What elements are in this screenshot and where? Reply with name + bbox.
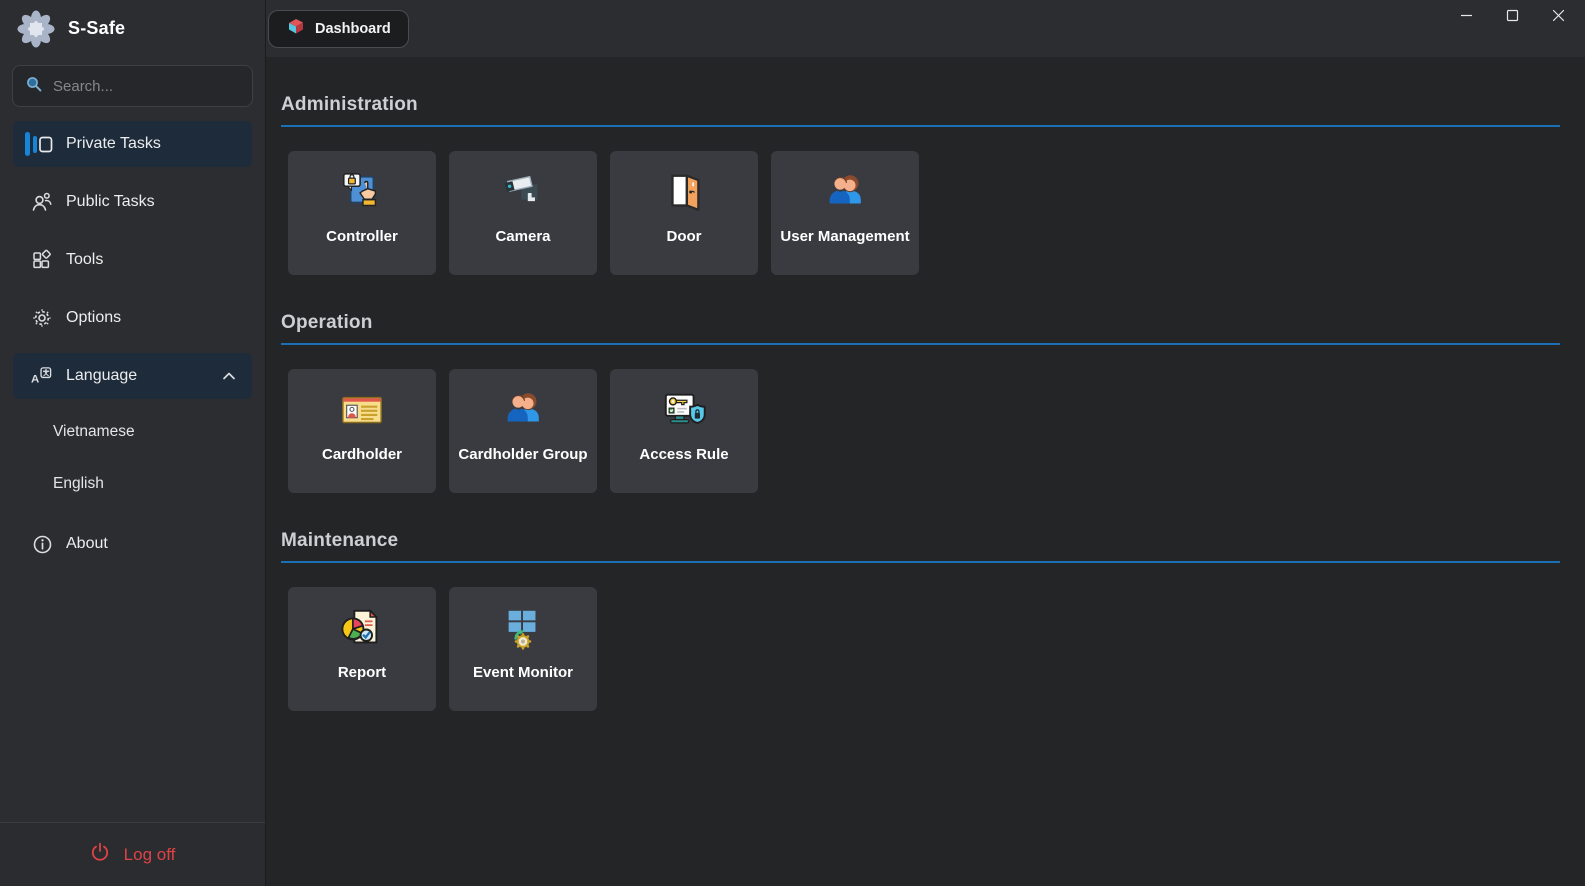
search-input[interactable] <box>53 78 233 95</box>
section-title: Maintenance <box>281 530 1560 552</box>
sidebar-item-public-tasks[interactable]: Public Tasks <box>13 179 252 225</box>
sidebar-item-label: Tools <box>66 251 103 269</box>
sidebar: S-Safe Private Tasks Public Tasks Tools Opt… <box>0 0 266 886</box>
chevron-up-icon[interactable] <box>220 367 238 385</box>
app-window: S-Safe Private Tasks Public Tasks Tools Opt… <box>0 0 1585 886</box>
controller-icon <box>338 169 386 217</box>
tile-label: Camera <box>495 228 550 245</box>
dashboard-icon <box>286 16 306 41</box>
section-underline <box>281 343 1560 345</box>
tile-event-monitor[interactable]: Event Monitor <box>449 587 597 711</box>
window-controls <box>1443 0 1581 36</box>
tile-access-rule[interactable]: Access Rule <box>610 369 758 493</box>
app-logo-icon <box>16 9 56 49</box>
sidebar-item-private-tasks[interactable]: Private Tasks <box>13 121 252 167</box>
close-button[interactable] <box>1535 0 1581 36</box>
section-operation: Operation Cardholder Cardholder Group Acces… <box>281 312 1560 493</box>
user-management-icon <box>821 169 869 217</box>
dashboard-content: Administration Controller Camera Door User M… <box>266 57 1585 886</box>
sidebar-item-tools[interactable]: Tools <box>13 237 252 283</box>
sidebar-item-label: Private Tasks <box>66 135 161 153</box>
report-icon <box>338 605 386 653</box>
maximize-button[interactable] <box>1489 0 1535 36</box>
logoff-label: Log off <box>124 845 176 865</box>
public-tasks-icon <box>31 191 53 213</box>
tile-label: Door <box>667 228 702 245</box>
section-title: Operation <box>281 312 1560 334</box>
private-tasks-icon <box>31 133 53 155</box>
sidebar-subitem-label: Vietnamese <box>53 423 135 441</box>
tile-label: Event Monitor <box>473 664 573 681</box>
sidebar-item-label: Options <box>66 309 121 327</box>
event-monitor-icon <box>499 605 547 653</box>
tile-controller[interactable]: Controller <box>288 151 436 275</box>
tab-dashboard[interactable]: Dashboard <box>268 10 409 48</box>
tile-grid: Controller Camera Door User Management <box>281 151 1560 275</box>
sidebar-item-label: About <box>66 535 108 553</box>
minimize-icon <box>1460 9 1473 27</box>
svg-text:A: A <box>31 374 39 386</box>
sidebar-header: S-Safe <box>0 0 265 57</box>
tile-report[interactable]: Report <box>288 587 436 711</box>
tile-user-management[interactable]: User Management <box>771 151 919 275</box>
section-title: Administration <box>281 94 1560 116</box>
tile-label: Cardholder Group <box>458 446 587 463</box>
sidebar-item-language[interactable]: A Language <box>13 353 252 399</box>
power-icon <box>90 842 110 867</box>
options-icon <box>31 307 53 329</box>
cardholder-group-icon <box>499 387 547 435</box>
tile-label: Controller <box>326 228 398 245</box>
sidebar-item-about[interactable]: About <box>13 521 252 567</box>
tile-label: Cardholder <box>322 446 402 463</box>
search-icon <box>25 75 43 98</box>
tile-grid: Cardholder Cardholder Group Access Rule <box>281 369 1560 493</box>
sidebar-subitem-vietnamese[interactable]: Vietnamese <box>13 411 252 453</box>
about-icon <box>31 533 53 555</box>
sidebar-subitem-label: English <box>53 475 104 493</box>
minimize-button[interactable] <box>1443 0 1489 36</box>
sidebar-subitem-english[interactable]: English <box>13 463 252 505</box>
tile-grid: Report Event Monitor <box>281 587 1560 711</box>
tab-label: Dashboard <box>315 21 391 37</box>
section-underline <box>281 561 1560 563</box>
sidebar-item-label: Language <box>66 367 137 385</box>
tile-camera[interactable]: Camera <box>449 151 597 275</box>
tile-label: Report <box>338 664 386 681</box>
sidebar-item-label: Public Tasks <box>66 193 155 211</box>
close-icon <box>1552 9 1565 27</box>
section-underline <box>281 125 1560 127</box>
access-rule-icon <box>660 387 708 435</box>
main-area: Dashboard Administration Controller Camera… <box>266 0 1585 886</box>
camera-icon <box>499 169 547 217</box>
tile-label: Access Rule <box>639 446 728 463</box>
search-box[interactable] <box>12 65 253 107</box>
active-accent-bar <box>25 132 30 156</box>
door-icon <box>660 169 708 217</box>
tile-label: User Management <box>780 228 909 245</box>
app-title: S-Safe <box>68 18 125 39</box>
logoff-button[interactable]: Log off <box>0 822 265 886</box>
maximize-icon <box>1506 9 1519 27</box>
tools-icon <box>31 249 53 271</box>
sidebar-nav: Private Tasks Public Tasks Tools Options A La… <box>0 119 265 822</box>
section-maintenance: Maintenance Report Event Monitor <box>281 530 1560 711</box>
language-icon: A <box>31 365 53 387</box>
cardholder-icon <box>338 387 386 435</box>
tile-door[interactable]: Door <box>610 151 758 275</box>
tile-cardholder-group[interactable]: Cardholder Group <box>449 369 597 493</box>
section-administration: Administration Controller Camera Door User M… <box>281 94 1560 275</box>
tile-cardholder[interactable]: Cardholder <box>288 369 436 493</box>
topbar: Dashboard <box>266 0 1585 57</box>
sidebar-item-options[interactable]: Options <box>13 295 252 341</box>
